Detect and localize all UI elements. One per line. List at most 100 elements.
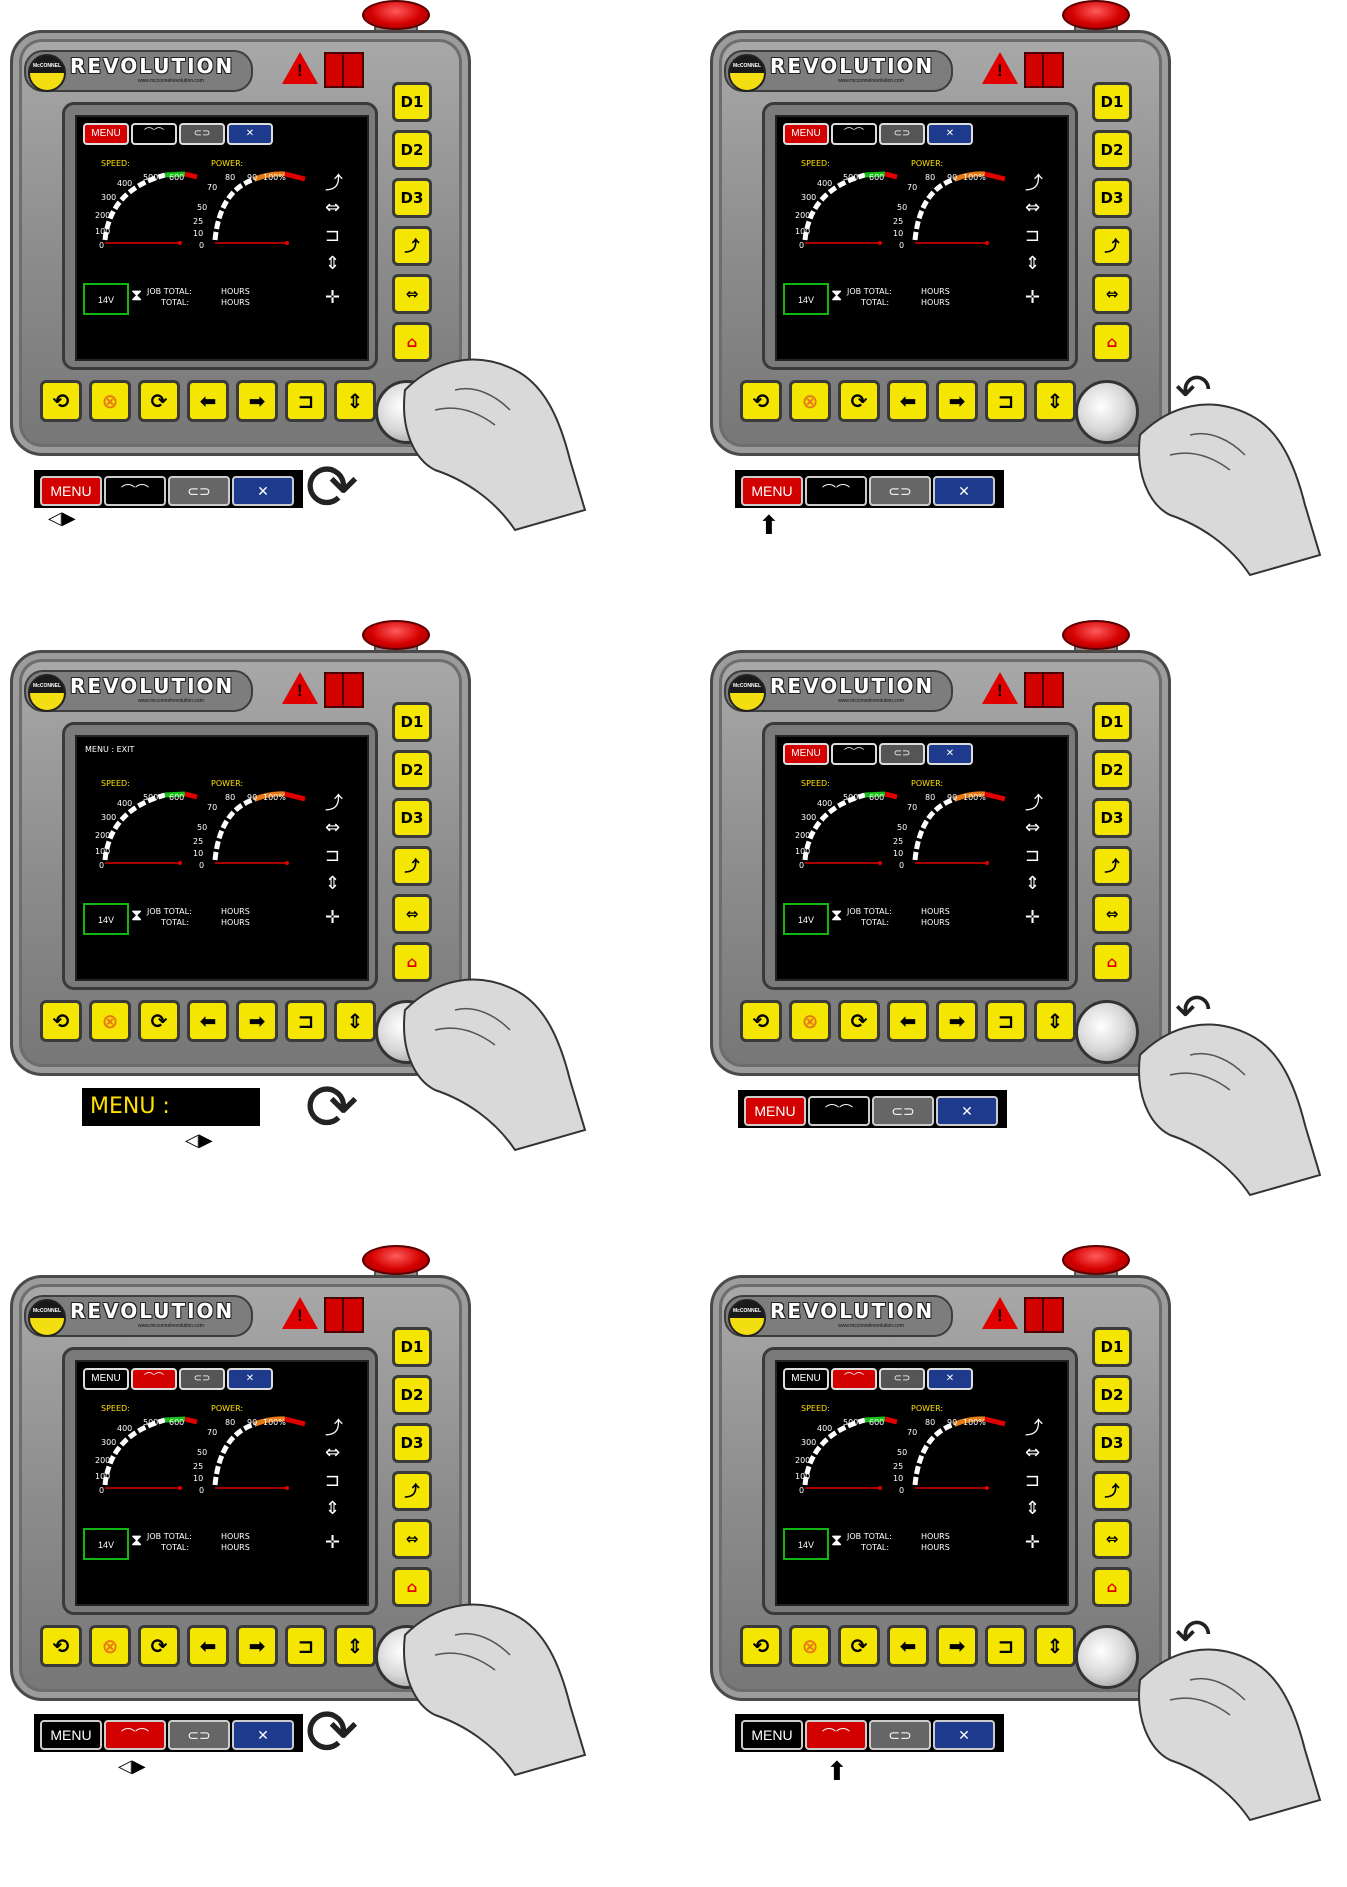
emergency-stop-button[interactable]: [1062, 620, 1130, 650]
button-d1[interactable]: D1: [392, 82, 432, 122]
flag-tab[interactable]: ✕: [232, 1720, 294, 1750]
flow-button[interactable]: ⤴: [392, 1471, 432, 1511]
button-d1[interactable]: D1: [1092, 702, 1132, 742]
screen-menu-tab[interactable]: MENU: [783, 1368, 829, 1390]
arrow-left-button[interactable]: ⬅: [887, 1000, 929, 1042]
slew-button[interactable]: ⇕: [1034, 1000, 1076, 1042]
flow-button[interactable]: ⤴: [392, 226, 432, 266]
flow-button[interactable]: ⤴: [1092, 226, 1132, 266]
rotate-left-button[interactable]: ⟲: [740, 380, 782, 422]
rotate-right-button[interactable]: ⟳: [138, 1000, 180, 1042]
button-d1[interactable]: D1: [1092, 1327, 1132, 1367]
flag-tab[interactable]: ✕: [232, 476, 294, 506]
screen-menu-tab[interactable]: MENU: [83, 123, 129, 145]
float-button[interactable]: ⇔: [392, 894, 432, 934]
button-d2[interactable]: D2: [392, 130, 432, 170]
slew-button[interactable]: ⇕: [1034, 380, 1076, 422]
button-d3[interactable]: D3: [392, 798, 432, 838]
button-d3[interactable]: D3: [392, 1423, 432, 1463]
screen-flag-tab[interactable]: ✕: [927, 1368, 973, 1390]
arrow-left-button[interactable]: ⬅: [887, 380, 929, 422]
arrow-left-button[interactable]: ⬅: [187, 1000, 229, 1042]
emergency-stop-button[interactable]: [362, 620, 430, 650]
screen-tool-tab[interactable]: ⊂⊃: [179, 1368, 225, 1390]
button-d3[interactable]: D3: [1092, 798, 1132, 838]
button-d2[interactable]: D2: [1092, 130, 1132, 170]
flow-button[interactable]: ⤴: [1092, 1471, 1132, 1511]
slew-button[interactable]: ⇕: [334, 1625, 376, 1667]
rotate-right-button[interactable]: ⟳: [138, 380, 180, 422]
tilt-button[interactable]: ⊐: [285, 380, 327, 422]
tilt-button[interactable]: ⊐: [985, 1000, 1027, 1042]
gauge-tab[interactable]: ⌒⌒: [805, 476, 867, 506]
screen-flag-tab[interactable]: ✕: [927, 743, 973, 765]
button-d2[interactable]: D2: [392, 1375, 432, 1415]
arrow-right-button[interactable]: ➡: [936, 1000, 978, 1042]
screen-tool-tab[interactable]: ⊂⊃: [179, 123, 225, 145]
rotate-left-button[interactable]: ⟲: [40, 1625, 82, 1667]
emergency-stop-button[interactable]: [362, 0, 430, 30]
arrow-right-button[interactable]: ➡: [236, 1000, 278, 1042]
menu-tab[interactable]: MENU: [40, 1720, 102, 1750]
gauge-tab[interactable]: ⌒⌒: [805, 1720, 867, 1750]
float-button[interactable]: ⇔: [1092, 1519, 1132, 1559]
rotate-left-button[interactable]: ⟲: [740, 1000, 782, 1042]
gauge-tab[interactable]: ⌒⌒: [104, 476, 166, 506]
flag-tab[interactable]: ✕: [936, 1096, 998, 1126]
button-d2[interactable]: D2: [1092, 1375, 1132, 1415]
screen-gauge-tab[interactable]: ⌒⌒: [831, 123, 877, 145]
screen-gauge-tab[interactable]: ⌒⌒: [131, 1368, 177, 1390]
menu-tab[interactable]: MENU: [744, 1096, 806, 1126]
gauge-tab[interactable]: ⌒⌒: [104, 1720, 166, 1750]
screen-gauge-tab[interactable]: ⌒⌒: [131, 123, 177, 145]
cancel-button[interactable]: ⊗: [89, 1000, 131, 1042]
screen-tool-tab[interactable]: ⊂⊃: [879, 1368, 925, 1390]
tool-tab[interactable]: ⊂⊃: [168, 476, 230, 506]
cancel-button[interactable]: ⊗: [789, 380, 831, 422]
button-d3[interactable]: D3: [392, 178, 432, 218]
button-d3[interactable]: D3: [1092, 1423, 1132, 1463]
tilt-button[interactable]: ⊐: [285, 1625, 327, 1667]
button-d1[interactable]: D1: [392, 702, 432, 742]
rotate-left-button[interactable]: ⟲: [40, 380, 82, 422]
screen-flag-tab[interactable]: ✕: [227, 123, 273, 145]
home-button[interactable]: ⌂: [1092, 1567, 1132, 1607]
flow-button[interactable]: ⤴: [1092, 846, 1132, 886]
screen-menu-tab[interactable]: MENU: [783, 743, 829, 765]
arrow-left-button[interactable]: ⬅: [887, 1625, 929, 1667]
screen-gauge-tab[interactable]: ⌒⌒: [831, 743, 877, 765]
slew-button[interactable]: ⇕: [334, 380, 376, 422]
screen-menu-tab[interactable]: MENU: [783, 123, 829, 145]
tool-tab[interactable]: ⊂⊃: [168, 1720, 230, 1750]
tilt-button[interactable]: ⊐: [985, 380, 1027, 422]
screen-tool-tab[interactable]: ⊂⊃: [879, 123, 925, 145]
screen-flag-tab[interactable]: ✕: [227, 1368, 273, 1390]
rotate-left-button[interactable]: ⟲: [740, 1625, 782, 1667]
tilt-button[interactable]: ⊐: [285, 1000, 327, 1042]
tilt-button[interactable]: ⊐: [985, 1625, 1027, 1667]
screen-menu-tab[interactable]: MENU: [83, 1368, 129, 1390]
home-button[interactable]: ⌂: [1092, 322, 1132, 362]
float-button[interactable]: ⇔: [392, 274, 432, 314]
cancel-button[interactable]: ⊗: [89, 1625, 131, 1667]
float-button[interactable]: ⇔: [1092, 894, 1132, 934]
rotate-right-button[interactable]: ⟳: [838, 1000, 880, 1042]
arrow-right-button[interactable]: ➡: [236, 380, 278, 422]
emergency-stop-button[interactable]: [1062, 1245, 1130, 1275]
home-button[interactable]: ⌂: [1092, 942, 1132, 982]
button-d1[interactable]: D1: [1092, 82, 1132, 122]
cancel-button[interactable]: ⊗: [789, 1000, 831, 1042]
arrow-left-button[interactable]: ⬅: [187, 380, 229, 422]
screen-flag-tab[interactable]: ✕: [927, 123, 973, 145]
float-button[interactable]: ⇔: [1092, 274, 1132, 314]
arrow-right-button[interactable]: ➡: [936, 380, 978, 422]
menu-tab[interactable]: MENU: [40, 476, 102, 506]
flag-tab[interactable]: ✕: [933, 476, 995, 506]
screen-tool-tab[interactable]: ⊂⊃: [879, 743, 925, 765]
tool-tab[interactable]: ⊂⊃: [869, 476, 931, 506]
tool-tab[interactable]: ⊂⊃: [869, 1720, 931, 1750]
menu-tab[interactable]: MENU: [741, 476, 803, 506]
arrow-left-button[interactable]: ⬅: [187, 1625, 229, 1667]
rotate-right-button[interactable]: ⟳: [838, 1625, 880, 1667]
screen-gauge-tab[interactable]: ⌒⌒: [831, 1368, 877, 1390]
